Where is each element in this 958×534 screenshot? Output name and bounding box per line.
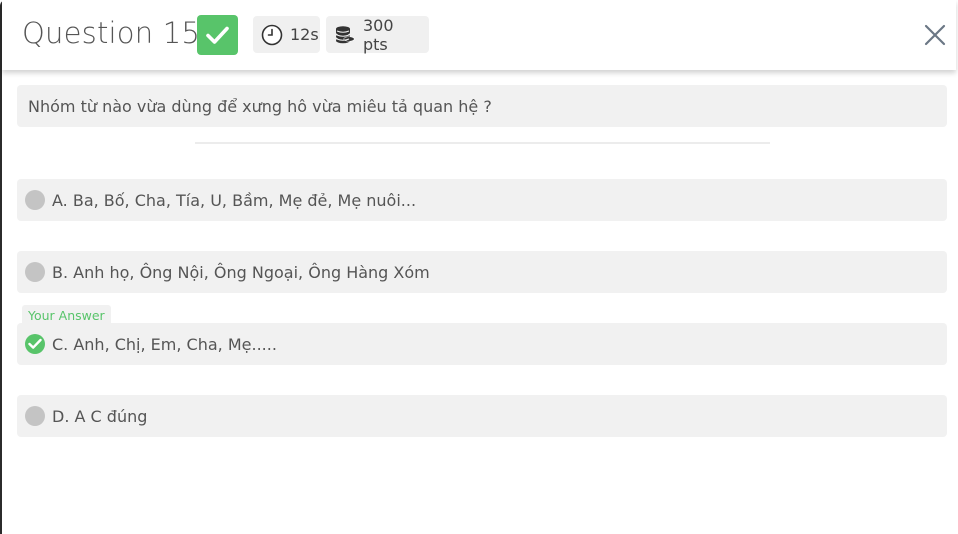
question-text: Nhóm từ nào vừa dùng để xưng hô vừa miêu…	[28, 96, 492, 116]
clock-icon	[261, 24, 283, 46]
option-label: A. Ba, Bố, Cha, Tía, U, Bầm, Mẹ đẻ, Mẹ n…	[52, 190, 417, 210]
option-label: D. A C đúng	[52, 406, 148, 426]
option-label: B. Anh họ, Ông Nội, Ông Ngoại, Ông Hàng …	[52, 262, 430, 282]
points-chip: 300 pts	[326, 15, 429, 54]
unselected-dot-icon	[25, 406, 45, 426]
points-value: 300 pts	[363, 15, 394, 54]
time-chip: 12s	[253, 16, 320, 53]
option-c[interactable]: C. Anh, Chị, Em, Cha, Mẹ.....	[17, 323, 947, 365]
question-header: Question 15 12s 300 pts	[2, 0, 956, 70]
divider	[195, 142, 770, 144]
option-b[interactable]: B. Anh họ, Ông Nội, Ông Ngoại, Ông Hàng …	[17, 251, 947, 293]
your-answer-tag: Your Answer	[22, 305, 111, 325]
option-a[interactable]: A. Ba, Bố, Cha, Tía, U, Bầm, Mẹ đẻ, Mẹ n…	[17, 179, 947, 221]
close-button[interactable]	[922, 22, 948, 48]
close-icon	[924, 24, 946, 46]
check-icon	[206, 26, 229, 44]
question-text-box: Nhóm từ nào vừa dùng để xưng hô vừa miêu…	[17, 85, 947, 127]
time-value: 12s	[290, 25, 319, 44]
question-title: Question 15	[22, 16, 201, 50]
unselected-dot-icon	[25, 190, 45, 210]
check-circle-icon	[25, 334, 45, 354]
option-d[interactable]: D. A C đúng	[17, 395, 947, 437]
option-label: C. Anh, Chị, Em, Cha, Mẹ.....	[52, 334, 277, 354]
correct-badge	[197, 15, 238, 55]
coins-icon	[334, 24, 356, 46]
unselected-dot-icon	[25, 262, 45, 282]
